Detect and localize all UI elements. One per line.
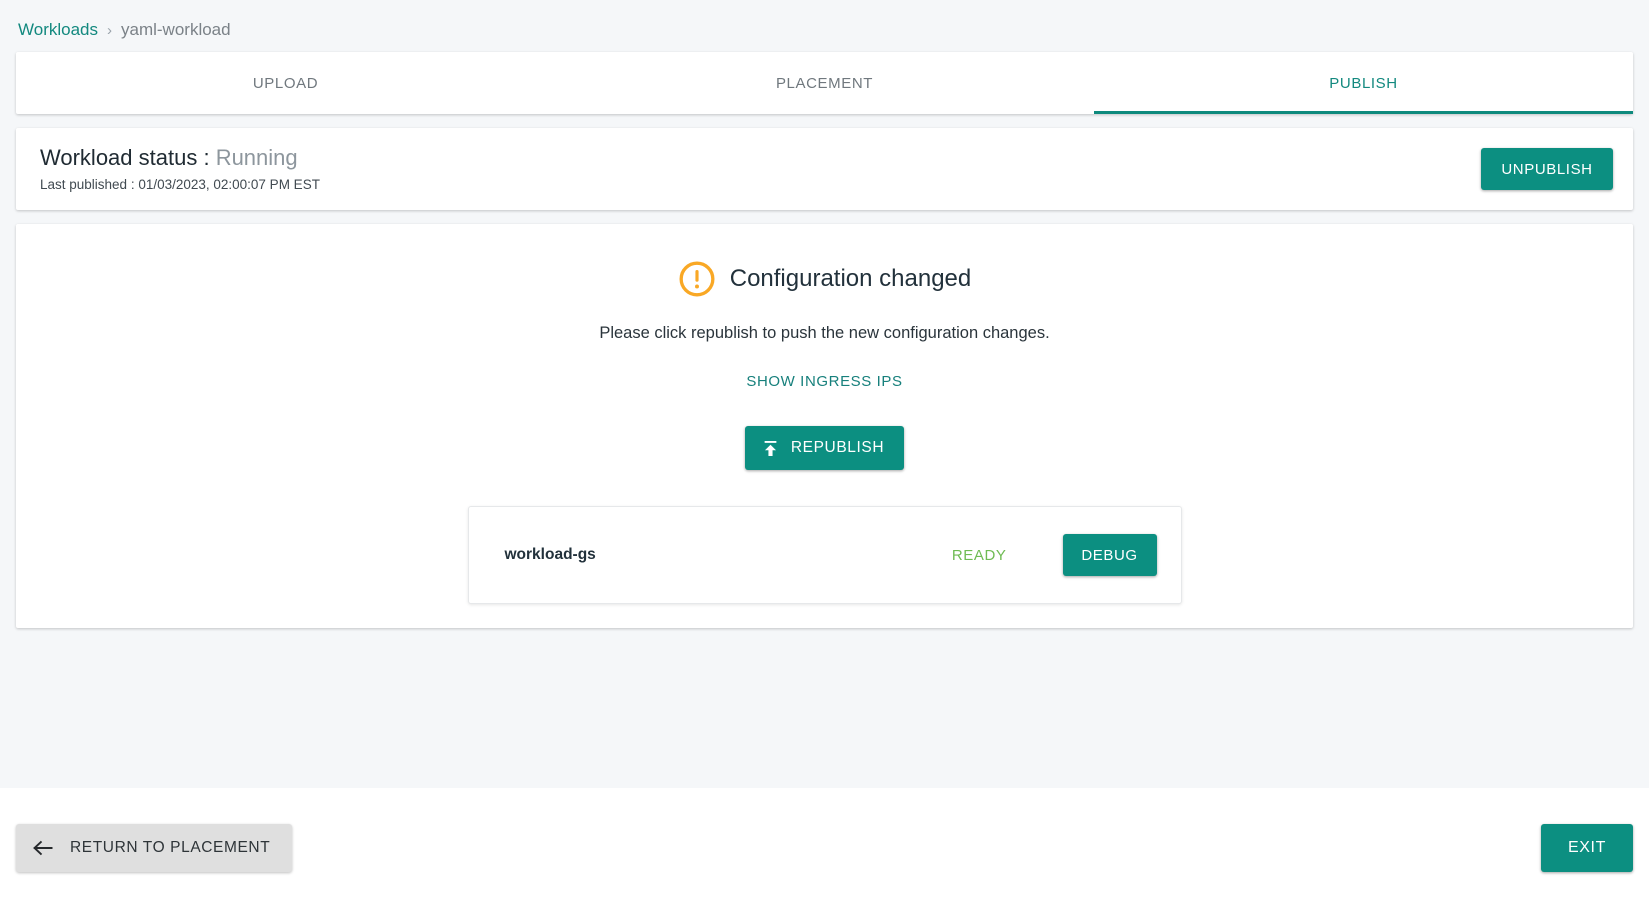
publish-content-card: Configuration changed Please click repub… (16, 224, 1633, 628)
exit-button[interactable]: EXIT (1541, 824, 1633, 872)
tab-placement[interactable]: PLACEMENT (555, 52, 1094, 114)
breadcrumb-current-workload: yaml-workload (121, 20, 231, 39)
tab-placement-label: PLACEMENT (775, 74, 874, 92)
debug-button[interactable]: DEBUG (1062, 534, 1157, 576)
workload-status-title: Workload status : Running (40, 146, 320, 170)
show-ingress-ips-link[interactable]: SHOW INGRESS IPS (746, 373, 902, 390)
workload-item-card: workload-gs READY DEBUG (467, 506, 1182, 604)
arrow-left-icon (33, 840, 53, 856)
breadcrumb-link-workloads[interactable]: Workloads (18, 20, 98, 40)
unpublish-button[interactable]: UNPUBLISH (1481, 148, 1613, 190)
tab-publish[interactable]: PUBLISH (1094, 52, 1633, 114)
upload-icon (764, 440, 777, 456)
breadcrumb: Workloads › yaml-workload (0, 0, 1649, 52)
configuration-changed-description: Please click republish to push the new c… (599, 324, 1050, 342)
wizard-tabs: UPLOAD PLACEMENT PUBLISH (16, 52, 1633, 114)
return-to-placement-button[interactable]: RETURN TO PLACEMENT (16, 824, 293, 872)
last-published-text: Last published : 01/03/2023, 02:00:07 PM… (40, 176, 320, 192)
publish-page: Workloads › yaml-workload UPLOAD PLACEME… (0, 0, 1649, 908)
breadcrumb-separator-icon: › (107, 21, 112, 39)
workload-status-label: Workload status : (40, 145, 210, 171)
configuration-changed-heading: Configuration changed (678, 260, 972, 298)
configuration-changed-title: Configuration changed (729, 265, 972, 292)
workload-item-status-badge: READY (951, 546, 1007, 564)
workload-status-value: Running (215, 145, 298, 171)
alert-circle-icon (679, 261, 715, 297)
workload-status-info: Workload status : Running Last published… (40, 146, 320, 192)
footer-bar: RETURN TO PLACEMENT EXIT (0, 788, 1649, 908)
workload-status-card: Workload status : Running Last published… (16, 128, 1633, 210)
workload-item-name: workload-gs (504, 546, 596, 563)
republish-button-label: REPUBLISH (790, 439, 885, 456)
return-to-placement-label: RETURN TO PLACEMENT (70, 839, 271, 856)
republish-button[interactable]: REPUBLISH (744, 426, 905, 470)
tab-publish-label: PUBLISH (1329, 74, 1398, 92)
tab-upload-label: UPLOAD (252, 74, 319, 92)
tab-upload[interactable]: UPLOAD (16, 52, 555, 114)
